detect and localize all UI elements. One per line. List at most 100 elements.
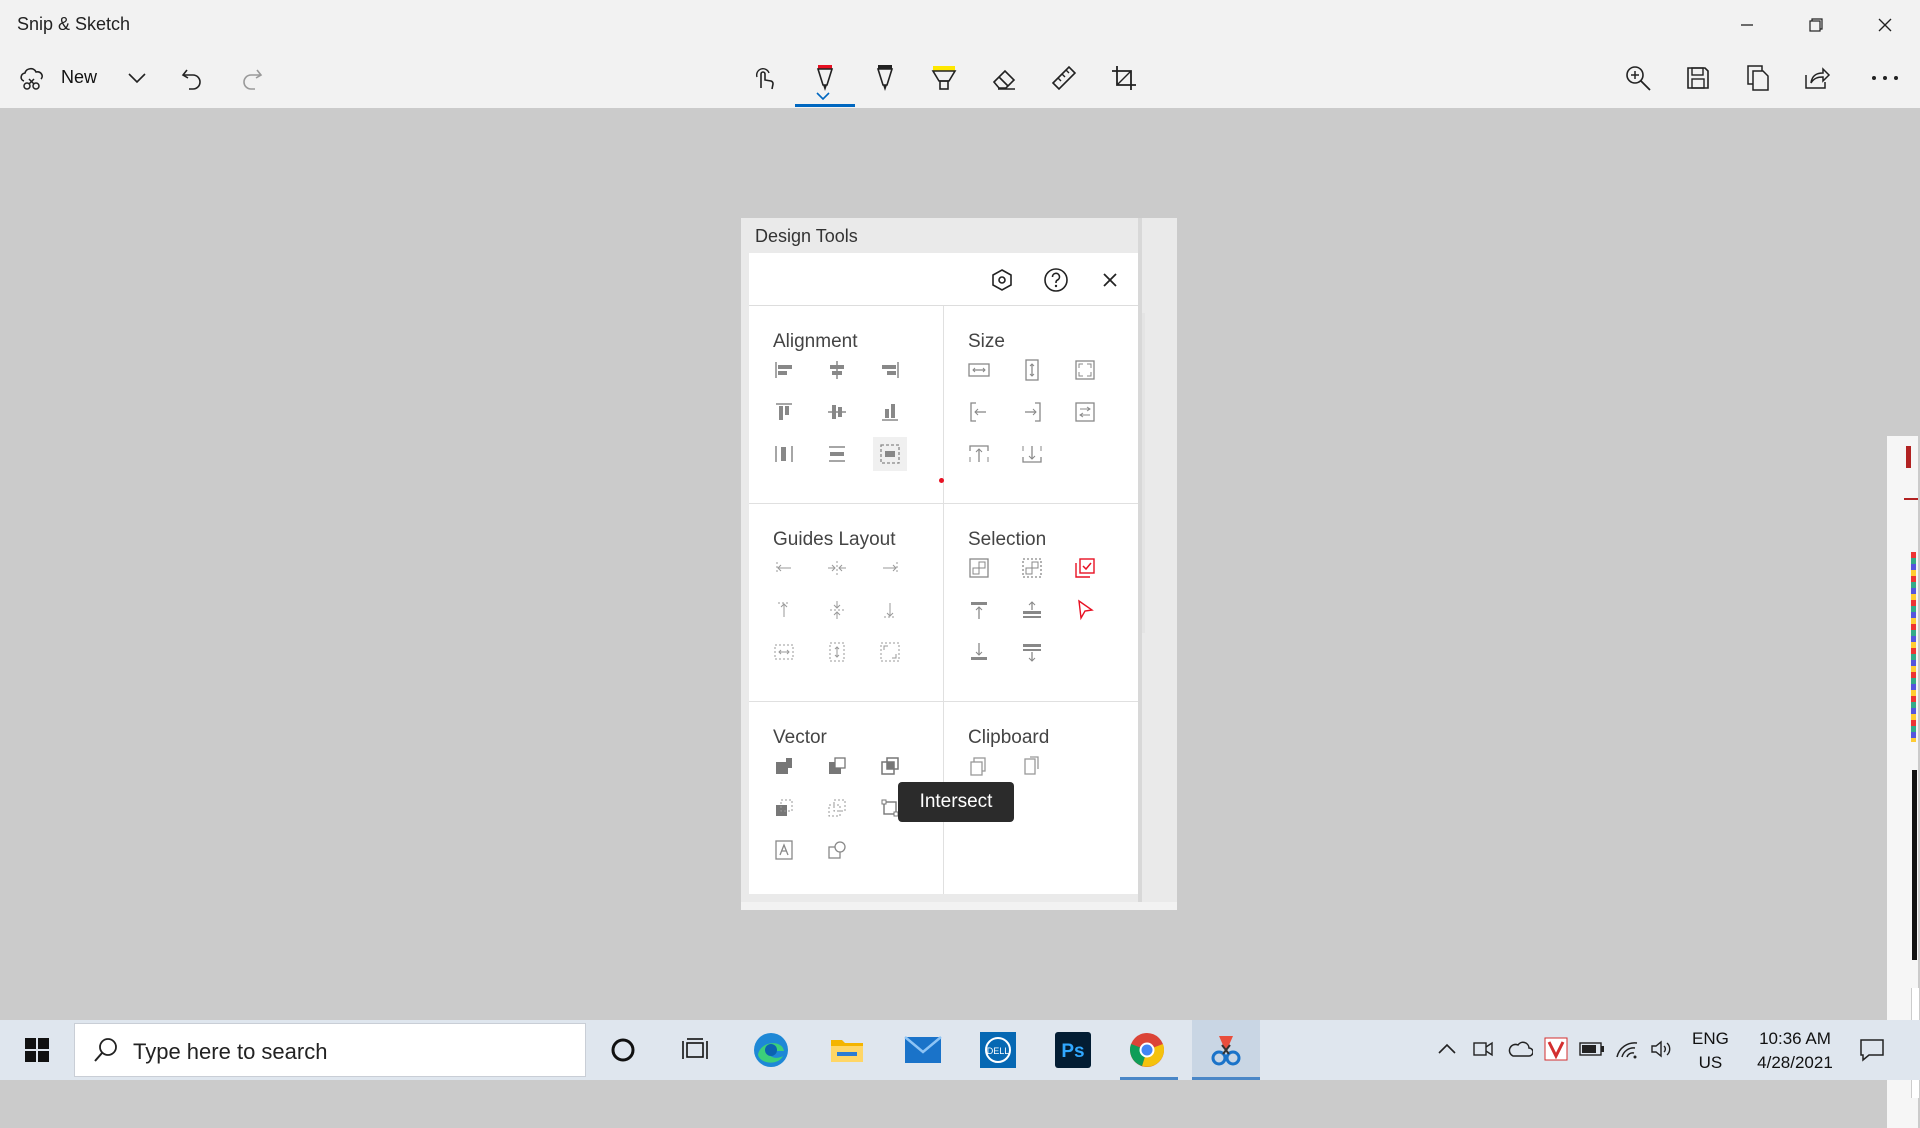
panel-close-button[interactable] (1093, 263, 1127, 297)
shape-to-vector-button[interactable] (820, 833, 854, 867)
match-width-button[interactable] (962, 353, 996, 387)
guide-size-button[interactable] (873, 635, 907, 669)
battery-button[interactable] (1577, 1034, 1607, 1064)
title-bar: Snip & Sketch New (0, 0, 1920, 108)
eraser-button[interactable] (982, 56, 1026, 100)
new-snip-options-button[interactable] (115, 56, 159, 100)
align-left-button[interactable] (767, 353, 801, 387)
snip-sketch-button[interactable] (1200, 1026, 1252, 1074)
select-within-button[interactable] (962, 551, 996, 585)
guide-height-button[interactable] (820, 635, 854, 669)
stretch-left-button[interactable] (962, 395, 996, 429)
volume-button[interactable] (1647, 1034, 1677, 1064)
onedrive-button[interactable] (1505, 1034, 1535, 1064)
cortana-icon (610, 1037, 636, 1063)
cortana-button[interactable] (597, 1026, 649, 1074)
ballpoint-pen-icon (811, 63, 839, 93)
align-bottom-button[interactable] (873, 395, 907, 429)
select-all-button[interactable] (1068, 551, 1102, 585)
guide-right-button[interactable] (873, 551, 907, 585)
show-hidden-icons-button[interactable] (1432, 1034, 1462, 1064)
guide-middle-button[interactable] (820, 593, 854, 627)
language-code: ENG (1692, 1029, 1729, 1048)
paste-style-button[interactable] (1015, 749, 1049, 783)
wifi-button[interactable] (1612, 1034, 1642, 1064)
photoshop-button[interactable]: Ps (1047, 1026, 1099, 1074)
taskbar: Type here to search DELL Ps ENG US 10:36… (0, 1020, 1920, 1080)
align-right-button[interactable] (873, 353, 907, 387)
help-icon (1043, 267, 1069, 293)
chrome-button[interactable] (1121, 1026, 1173, 1074)
guide-bottom-button[interactable] (873, 593, 907, 627)
center-on-page-button[interactable] (873, 437, 907, 471)
task-view-button[interactable] (669, 1026, 721, 1074)
subtract-button[interactable] (820, 749, 854, 783)
new-snip-label[interactable]: New (61, 67, 97, 88)
highlighter-button[interactable] (922, 56, 966, 100)
match-size-button[interactable] (1068, 353, 1102, 387)
select-deselect-button[interactable] (1015, 635, 1049, 669)
redo-button[interactable] (230, 56, 274, 100)
stretch-bottom-button[interactable] (1015, 437, 1049, 471)
copy-style-button[interactable] (962, 749, 996, 783)
guide-center-button[interactable] (820, 551, 854, 585)
input-language[interactable]: ENG US (1692, 1027, 1729, 1075)
touch-writing-button[interactable] (743, 56, 787, 100)
swap-horizontal-button[interactable] (1068, 395, 1102, 429)
zoom-button[interactable] (1616, 56, 1660, 100)
select-above-button[interactable] (962, 593, 996, 627)
guide-left-button[interactable] (767, 551, 801, 585)
edge-button[interactable] (745, 1026, 797, 1074)
distribute-horizontal-button[interactable] (767, 437, 801, 471)
more-button[interactable] (1863, 56, 1907, 100)
share-button[interactable] (1795, 56, 1839, 100)
start-button[interactable] (14, 1020, 60, 1080)
stretch-left-icon (968, 401, 990, 423)
divide-button[interactable] (820, 791, 854, 825)
union-button[interactable] (767, 749, 801, 783)
pen-options-chevron-icon[interactable] (816, 92, 830, 100)
union-icon (773, 755, 795, 777)
help-button[interactable] (1039, 263, 1073, 297)
close-window-button[interactable] (1857, 8, 1913, 42)
match-height-button[interactable] (1015, 353, 1049, 387)
select-cursor-icon (1074, 599, 1096, 621)
select-touching-button[interactable] (1015, 551, 1049, 585)
intersect-button[interactable] (873, 749, 907, 783)
exclude-button[interactable] (767, 791, 801, 825)
section-title-clipboard: Clipboard (968, 727, 1050, 748)
align-middle-button[interactable] (820, 395, 854, 429)
align-top-button[interactable] (767, 395, 801, 429)
crop-button[interactable] (1102, 56, 1146, 100)
save-button[interactable] (1676, 56, 1720, 100)
ruler-button[interactable] (1042, 56, 1086, 100)
minimize-button[interactable] (1719, 8, 1775, 42)
undo-icon (180, 66, 204, 90)
svg-text:DELL: DELL (987, 1046, 1010, 1056)
search-box[interactable]: Type here to search (74, 1023, 586, 1077)
notification-button[interactable] (1854, 1032, 1890, 1068)
text-to-vector-button[interactable] (767, 833, 801, 867)
guide-width-button[interactable] (767, 635, 801, 669)
select-same-level-icon (1021, 599, 1043, 621)
distribute-vertical-button[interactable] (820, 437, 854, 471)
pencil-button[interactable] (863, 56, 907, 100)
mail-button[interactable] (897, 1026, 949, 1074)
stretch-top-button[interactable] (962, 437, 996, 471)
select-below-button[interactable] (962, 635, 996, 669)
dell-button[interactable]: DELL (972, 1026, 1024, 1074)
stretch-right-button[interactable] (1015, 395, 1049, 429)
guide-top-button[interactable] (767, 593, 801, 627)
settings-button[interactable] (985, 263, 1019, 297)
file-explorer-button[interactable] (821, 1026, 873, 1074)
restore-button[interactable] (1788, 8, 1844, 42)
select-same-level-button[interactable] (1015, 593, 1049, 627)
select-cursor-button[interactable] (1068, 593, 1102, 627)
align-center-button[interactable] (820, 353, 854, 387)
copy-button[interactable] (1736, 56, 1780, 100)
meet-now-button[interactable] (1468, 1034, 1498, 1064)
undo-button[interactable] (170, 56, 214, 100)
clock[interactable]: 10:36 AM 4/28/2021 (1742, 1027, 1848, 1075)
vivaldi-button[interactable] (1541, 1034, 1571, 1064)
horizontal-scrollbar[interactable] (741, 902, 1177, 910)
